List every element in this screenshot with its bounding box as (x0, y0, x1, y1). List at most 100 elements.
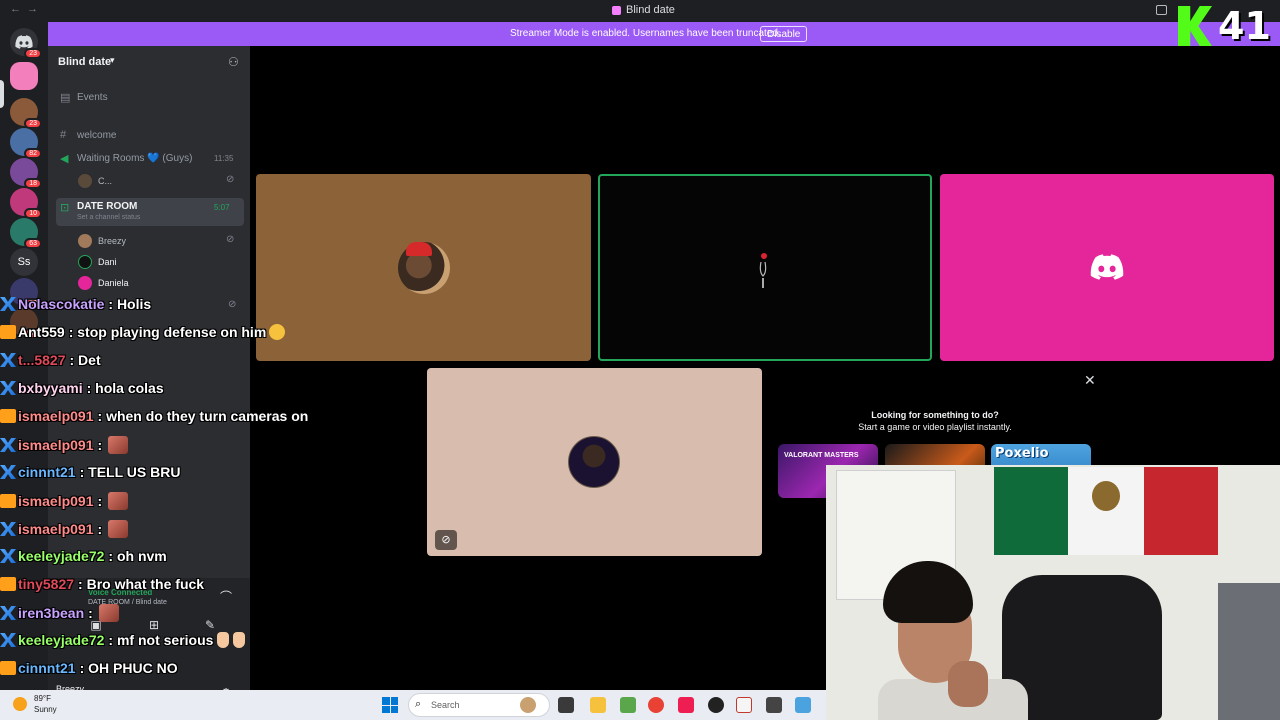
inbox-icon[interactable] (1156, 5, 1167, 15)
calendar-icon: ▤ (60, 92, 71, 104)
hand-emoji-icon (233, 632, 246, 648)
hand-emoji-icon (217, 632, 230, 648)
weather-temp: 89°F (34, 694, 51, 703)
server-icon[interactable]: 23 (10, 98, 42, 129)
chat-separator: : (108, 632, 117, 648)
card-title: Poxelio (995, 446, 1049, 461)
voice-user[interactable]: C... ⊘ (78, 171, 244, 191)
nav-arrows[interactable]: ←→ (10, 3, 44, 15)
app-icon[interactable] (736, 697, 752, 713)
voice-user-name: Daniela (98, 278, 129, 288)
windows-start-icon[interactable] (382, 697, 398, 713)
server-icon (612, 5, 621, 15)
app-icon[interactable] (795, 697, 811, 713)
server-icon[interactable]: 63 (10, 218, 42, 249)
chrome-icon[interactable] (648, 697, 664, 713)
server-icon[interactable]: 18 (10, 158, 42, 189)
voice-user[interactable]: Dani (78, 252, 244, 272)
chat-message: t...5827: Det (0, 352, 101, 374)
chat-username: ismaelp091 (18, 408, 94, 424)
chat-message: iren3bean: (0, 604, 119, 626)
chat-separator: : (79, 660, 89, 676)
chat-separator: : (97, 521, 107, 537)
chat-message: ismaelp091: (0, 436, 129, 458)
channel-status[interactable]: Set a channel status (77, 214, 140, 221)
chat-text: stop playing defense on him (77, 324, 267, 340)
task-view-icon[interactable] (558, 697, 574, 713)
disable-streamer-mode-button[interactable]: Disable (760, 26, 808, 42)
streamer-webcam (826, 465, 1280, 720)
channel-events[interactable]: ▤ Events (56, 88, 244, 108)
server-initials: Ss (17, 256, 31, 268)
card-title: VALORANT MASTERS (784, 452, 859, 459)
platform-badge-icon (0, 577, 16, 591)
widget-icon[interactable] (520, 697, 536, 713)
chat-separator: : (86, 380, 96, 396)
close-icon[interactable]: ✕ (1084, 372, 1096, 389)
chat-username: ismaelp091 (18, 521, 94, 537)
voice-speaker-icon: ◀ (60, 153, 69, 165)
chat-message: Nolascokatie: Holis (0, 296, 151, 318)
platform-badge-icon (0, 438, 16, 452)
chat-separator: : (88, 605, 97, 621)
server-icon-ss[interactable]: Ss (10, 248, 38, 276)
app-icon[interactable] (620, 697, 636, 713)
video-tile-user[interactable]: ⊘ (427, 368, 762, 556)
door (1218, 583, 1280, 720)
chat-separator: : (108, 296, 117, 312)
chat-emote-icon (98, 604, 119, 622)
santa-hat (406, 242, 432, 256)
app-icon[interactable] (766, 697, 782, 713)
chat-message: keeleyjade72: oh nvm (0, 548, 167, 570)
channel-welcome[interactable]: # welcome (56, 126, 244, 146)
channel-label: welcome (77, 130, 117, 141)
selected-indicator (0, 80, 4, 108)
voice-user[interactable]: Breezy ⊘ (78, 231, 244, 251)
chat-username: ismaelp091 (18, 437, 94, 453)
platform-badge-icon (0, 325, 16, 339)
chat-message: ismaelp091: (0, 492, 129, 514)
server-header[interactable]: Blind date ▾ ⚇ (48, 46, 250, 78)
chat-username: iren3bean (18, 605, 85, 621)
sun-weather-icon[interactable] (13, 697, 27, 711)
app-root: ←→ Blind date Streamer Mode is enabled. … (0, 0, 1280, 720)
server-name: Blind date (58, 56, 112, 68)
server-icon[interactable]: 82 (10, 128, 42, 159)
voice-user[interactable]: Daniela (78, 273, 244, 293)
server-icon[interactable]: 10 (10, 188, 42, 219)
stream-chat-overlay: Nolascokatie: Holis Ant559: stop playing … (0, 296, 380, 686)
search-icon: ⌕ (415, 698, 422, 710)
obs-icon[interactable] (708, 697, 724, 713)
file-explorer-icon[interactable] (590, 697, 606, 713)
server-icon-blind-date[interactable] (10, 62, 38, 90)
window-title-text: Blind date (626, 4, 675, 16)
platform-badge-icon (0, 633, 16, 647)
kick-logo-icon (1178, 6, 1212, 46)
invite-people-icon[interactable]: ⚇ (228, 55, 239, 69)
chat-separator: : (69, 352, 79, 368)
avatar (78, 276, 92, 290)
chat-message: cinnnt21: OH PHUC NO (0, 660, 178, 682)
chat-text: TELL US BRU (88, 464, 181, 480)
channel-timer: 5:07 (214, 203, 230, 212)
avatar (78, 174, 92, 188)
channel-date-room[interactable]: ⊡ DATE ROOM Set a channel status 5:07 (56, 198, 244, 226)
chat-username: ismaelp091 (18, 493, 94, 509)
platform-badge-icon (0, 522, 16, 536)
video-tile-daniela[interactable] (940, 174, 1274, 361)
hashtag-icon: # (60, 129, 67, 141)
tiktok-icon[interactable] (678, 697, 694, 713)
unread-badge: 23 (24, 48, 42, 59)
channel-timer: 11:35 (214, 154, 234, 163)
channel-label: Events (77, 92, 108, 103)
chat-message: cinnnt21: TELL US BRU (0, 464, 180, 486)
weather-condition: Sunny (34, 705, 57, 714)
chevron-down-icon: ▾ (110, 55, 115, 65)
video-tile-dani-speaking[interactable] (598, 174, 932, 361)
muted-mic-icon: ⊘ (226, 234, 235, 245)
channel-waiting-rooms[interactable]: ◀ Waiting Rooms 💙 (Guys) 11:35 (56, 149, 244, 169)
platform-badge-icon (0, 661, 16, 675)
platform-badge-icon (0, 381, 16, 395)
channel-label: DATE ROOM (77, 201, 138, 212)
home-discord-icon[interactable]: 23 (10, 28, 42, 59)
